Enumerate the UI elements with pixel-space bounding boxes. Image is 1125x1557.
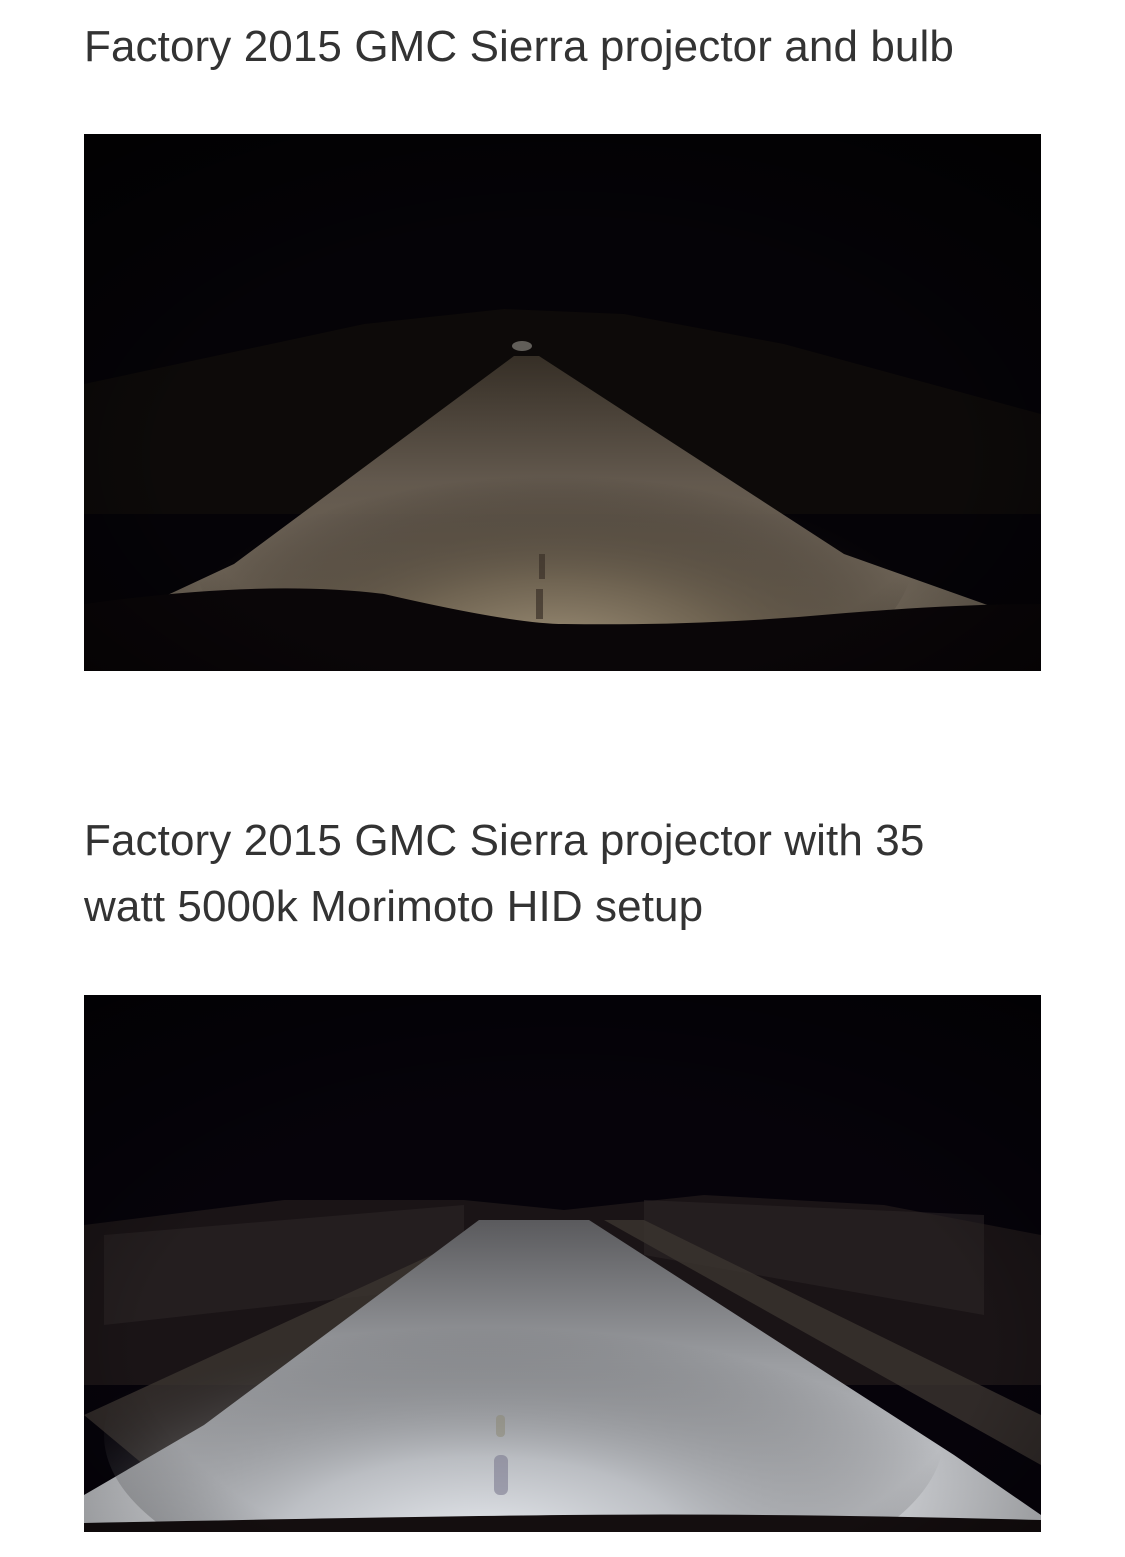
halogen-beam-photo xyxy=(84,134,1041,671)
hid-beam-photo xyxy=(84,995,1041,1532)
photo-caption-hid: Factory 2015 GMC Sierra projector with 3… xyxy=(84,816,925,931)
photo-caption-halogen: Factory 2015 GMC Sierra projector and bu… xyxy=(84,22,954,71)
